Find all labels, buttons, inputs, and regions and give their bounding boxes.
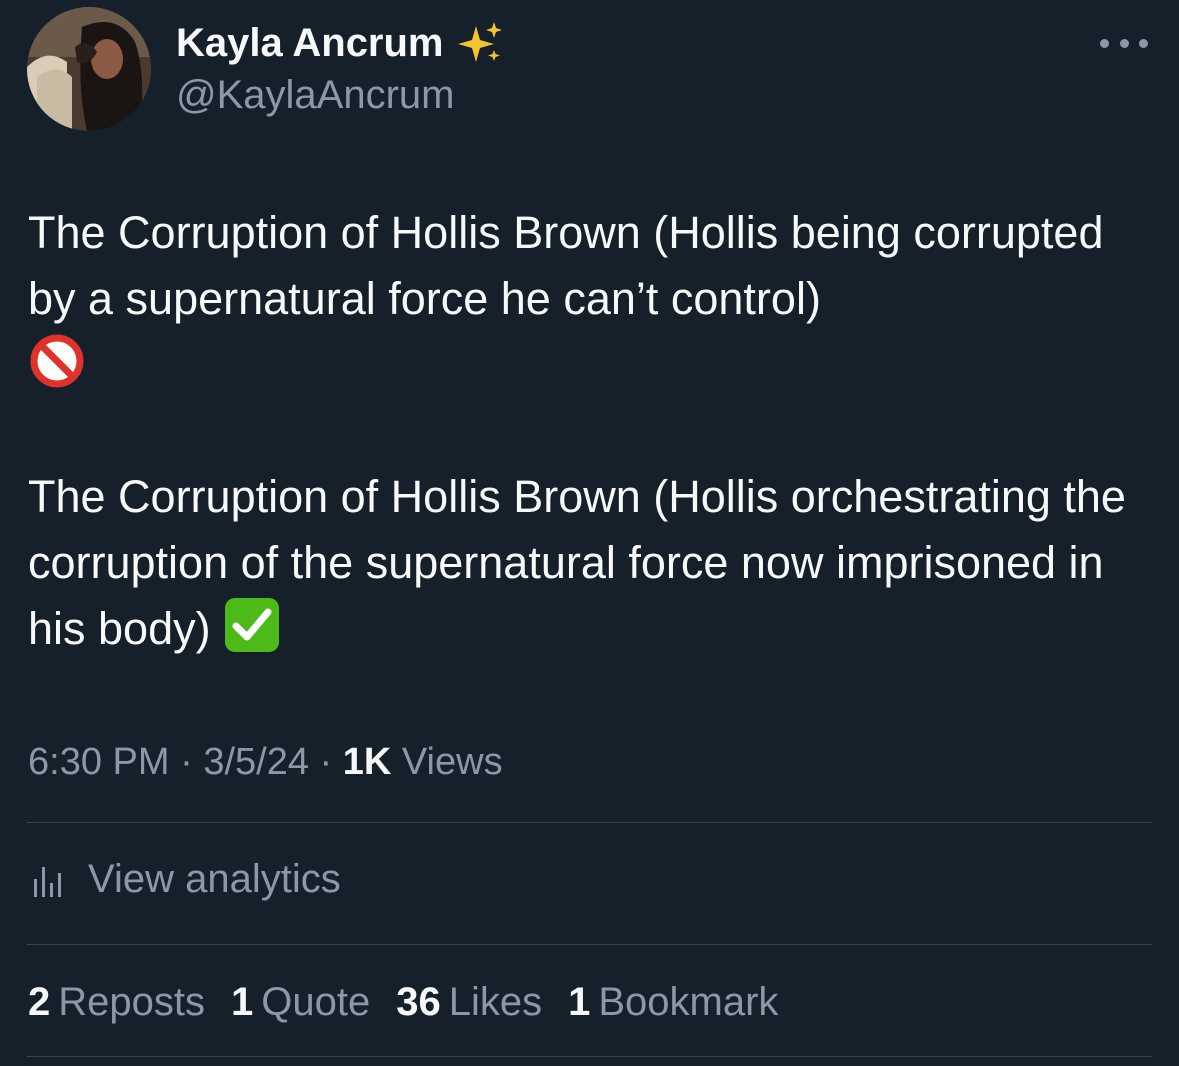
tweet-time[interactable]: 6:30 PM <box>28 741 170 783</box>
author-name[interactable]: Kayla Ancrum <box>176 20 504 66</box>
more-dot-icon <box>1139 38 1148 48</box>
tweet-paragraph-1: The Corruption of Hollis Brown (Hollis b… <box>28 200 1153 398</box>
divider <box>27 1056 1152 1057</box>
reposts-count: 2 <box>28 980 51 1024</box>
bookmarks-count: 1 <box>568 980 591 1024</box>
reposts-stat[interactable]: 2 Reposts <box>28 975 205 1029</box>
prohibited-icon <box>28 332 86 390</box>
engagement-stats: 2 Reposts 1 Quote 36 Likes 1 Bookmark <box>28 975 778 1029</box>
avatar-image <box>27 7 151 131</box>
meta-separator: · <box>319 741 333 783</box>
quotes-label: Quote <box>261 980 371 1024</box>
bookmarks-stat[interactable]: 1 Bookmark <box>568 975 778 1029</box>
likes-label: Likes <box>448 980 543 1024</box>
avatar[interactable] <box>27 7 151 131</box>
tweet-paragraph-2: The Corruption of Hollis Brown (Hollis o… <box>28 464 1153 662</box>
likes-count: 36 <box>396 980 441 1024</box>
more-dot-icon <box>1119 38 1129 48</box>
sparkles-icon <box>457 22 502 62</box>
tweet-text: The Corruption of Hollis Brown (Hollis b… <box>28 200 1153 662</box>
view-analytics-label: View analytics <box>88 857 341 901</box>
author-display-name: Kayla Ancrum <box>176 21 444 65</box>
likes-stat[interactable]: 36 Likes <box>396 975 542 1029</box>
author-handle[interactable]: @KaylaAncrum <box>176 72 454 118</box>
check-mark-button-icon <box>223 596 281 654</box>
analytics-bars-icon <box>34 867 61 897</box>
view-analytics-link[interactable]: View analytics <box>30 852 341 906</box>
meta-separator: · <box>180 741 193 783</box>
tweet-date[interactable]: 3/5/24 <box>203 741 309 783</box>
bookmarks-label: Bookmark <box>598 980 779 1024</box>
quotes-stat[interactable]: 1 Quote <box>231 975 370 1029</box>
tweet-paragraph-2-text: The Corruption of Hollis Brown (Hollis o… <box>28 471 1126 654</box>
divider <box>27 944 1152 945</box>
tweet: Kayla Ancrum @KaylaAncrum The Corruption… <box>0 0 1179 1066</box>
views-count: 1K <box>342 741 392 783</box>
quotes-count: 1 <box>231 980 254 1024</box>
divider <box>27 822 1152 823</box>
reposts-label: Reposts <box>58 980 205 1024</box>
tweet-paragraph-1-text: The Corruption of Hollis Brown (Hollis b… <box>28 207 1104 324</box>
tweet-metadata: 6:30 PM · 3/5/24 · 1K Views <box>28 738 503 786</box>
more-dot-icon <box>1100 38 1109 48</box>
more-options-button[interactable] <box>1100 28 1148 58</box>
views-label: Views <box>401 741 503 783</box>
